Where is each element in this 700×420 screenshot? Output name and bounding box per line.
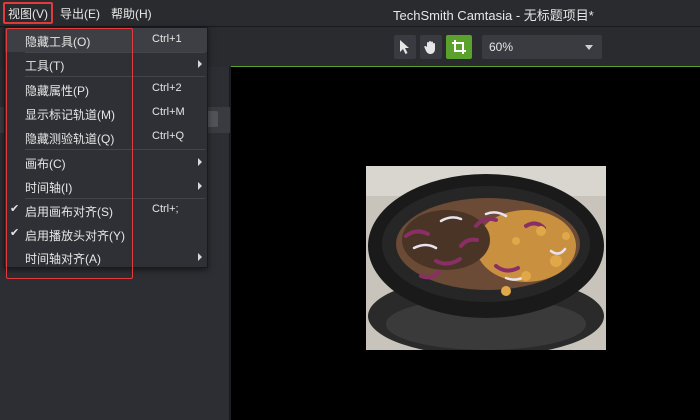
menu-view[interactable]: 视图(V) (3, 2, 53, 24)
view-menu-dropdown: 隐藏工具(O) Ctrl+1 工具(T) 隐藏属性(P) Ctrl+2 显示标记… (4, 27, 208, 268)
menu-item-canvas[interactable]: 画布(C) (5, 150, 207, 174)
submenu-arrow-icon (198, 253, 202, 261)
menu-item-show-marker-track[interactable]: 显示标记轨道(M) Ctrl+M (5, 101, 207, 125)
menu-item-timeline-snap[interactable]: 时间轴对齐(A) (5, 245, 207, 269)
menu-bar: 视图(V) 导出(E) 帮助(H) TechSmith Camtasia - 无… (0, 0, 700, 27)
submenu-arrow-icon (198, 60, 202, 68)
checkmark-icon: ✔ (10, 203, 20, 215)
menu-item-hide-properties[interactable]: 隐藏属性(P) Ctrl+2 (5, 77, 207, 101)
menu-item-hide-tools[interactable]: 隐藏工具(O) Ctrl+1 (5, 28, 207, 52)
menu-item-label: 启用画布对齐(S) (25, 205, 113, 219)
app-title: TechSmith Camtasia - 无标题项目* (393, 8, 594, 23)
menu-item-label: 隐藏工具(O) (25, 35, 91, 49)
menu-item-shortcut: Ctrl+2 (152, 82, 182, 94)
submenu-arrow-icon (198, 182, 202, 190)
zoom-value: 60% (489, 40, 514, 54)
menu-help[interactable]: 帮助(H) (111, 5, 152, 22)
chevron-down-icon (585, 45, 593, 50)
menu-item-shortcut: Ctrl+1 (152, 33, 182, 45)
menu-item-label: 启用播放头对齐(Y) (25, 229, 125, 243)
menu-item-label: 隐藏属性(P) (25, 84, 89, 98)
menu-item-label: 隐藏测验轨道(Q) (25, 132, 115, 146)
menu-item-label: 工具(T) (25, 59, 65, 73)
canvas-media-image[interactable] (366, 166, 606, 350)
menu-item-shortcut: Ctrl+; (152, 203, 179, 215)
pointer-icon (400, 40, 409, 54)
crop-tool-button[interactable] (446, 35, 472, 59)
menu-item-timeline[interactable]: 时间轴(I) (5, 174, 207, 198)
menu-item-tools[interactable]: 工具(T) (5, 52, 207, 76)
menu-item-enable-playhead-snap[interactable]: ✔ 启用播放头对齐(Y) (5, 222, 207, 246)
menu-item-label: 时间轴(I) (25, 181, 73, 195)
pointer-tool-button[interactable] (394, 35, 416, 59)
crop-icon (452, 40, 466, 54)
zoom-select[interactable]: 60% (482, 35, 602, 59)
hand-icon (424, 41, 435, 54)
submenu-arrow-icon (198, 158, 202, 166)
menu-export[interactable]: 导出(E) (60, 5, 100, 22)
checkmark-icon: ✔ (10, 227, 20, 239)
menu-item-label: 时间轴对齐(A) (25, 252, 101, 266)
menu-item-shortcut: Ctrl+M (152, 106, 185, 118)
menu-item-hide-quiz-track[interactable]: 隐藏测验轨道(Q) Ctrl+Q (5, 125, 207, 149)
menu-item-shortcut: Ctrl+Q (152, 130, 185, 142)
pan-tool-button[interactable] (420, 35, 442, 59)
menu-item-enable-canvas-snap[interactable]: ✔ 启用画布对齐(S) Ctrl+; (5, 198, 207, 222)
menu-item-label: 画布(C) (25, 157, 66, 171)
menu-item-label: 显示标记轨道(M) (25, 108, 115, 122)
